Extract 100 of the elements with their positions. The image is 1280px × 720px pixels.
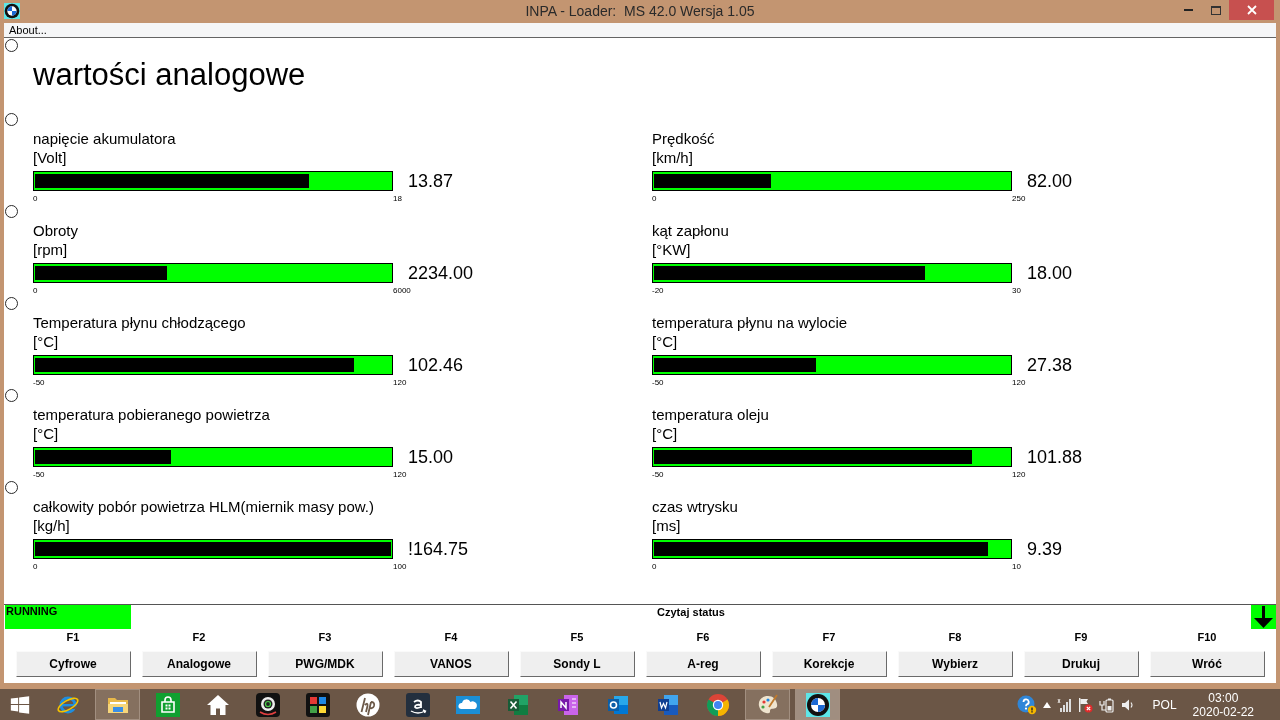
page-title: wartości analogowe (33, 57, 306, 92)
scale-max-label: 6000 (393, 286, 411, 295)
gauge-value: 9.39 (1027, 539, 1063, 559)
app-roundel-icon (4, 3, 20, 19)
function-button[interactable]: Analogowe (141, 651, 257, 677)
gauge-label: temperatura pobieranego powietrza (33, 405, 270, 424)
puzzle-icon (305, 692, 330, 717)
language-indicator[interactable]: POL (1152, 697, 1177, 712)
scale-min-label: 0 (33, 286, 38, 295)
gauge-value: 27.38 (1027, 355, 1073, 375)
function-button[interactable]: Cyfrowe (15, 651, 131, 677)
taskbar-app-button[interactable] (795, 689, 840, 720)
window-title: INPA - Loader: MS 42.0 Wersja 1.05 (525, 2, 755, 21)
scale-max-label: 18 (393, 194, 402, 203)
unit-label: [ms] (652, 516, 681, 535)
gauge-label: Prędkość (652, 129, 715, 148)
signal-icon[interactable] (1056, 697, 1071, 712)
function-key-label: F5 (570, 630, 584, 644)
clock-time[interactable]: 03:00 (1208, 690, 1239, 705)
scale-max-label: 100 (393, 562, 407, 571)
gauge-label: Obroty (33, 221, 78, 240)
unit-label: [°C] (652, 424, 678, 443)
gauge-value: 13.87 (408, 171, 454, 191)
scale-min-label: 0 (652, 562, 657, 571)
function-button[interactable]: Wróć (1149, 651, 1265, 677)
gauge-label: całkowity pobór powietrza HLM(miernik masy pow.) (33, 497, 374, 516)
function-button[interactable]: A-reg (645, 651, 761, 677)
unit-label: [°KW] (652, 240, 691, 259)
gauge-value: 82.00 (1027, 171, 1073, 191)
unit-label: [°C] (652, 332, 678, 351)
radio-button[interactable] (5, 205, 18, 218)
minimize-icon (1184, 9, 1193, 11)
function-key-label: F3 (318, 630, 332, 644)
radio-button[interactable] (5, 481, 18, 494)
gauge-label: napięcie akumulatora (33, 129, 176, 148)
gauge-label: Temperatura płynu chłodzącego (33, 313, 246, 332)
function-key-label: F9 (1074, 630, 1088, 644)
scale-min-label: -50 (652, 470, 664, 479)
gauge-value: !164.75 (408, 539, 469, 559)
scale-max-label: 30 (1012, 286, 1021, 295)
function-button[interactable]: Sondy L (519, 651, 635, 677)
flag-icon[interactable] (1076, 696, 1093, 713)
unit-label: [°C] (33, 424, 59, 443)
unit-label: [kg/h] (33, 516, 70, 535)
radio-button[interactable] (5, 297, 18, 310)
gauge-label: temperatura płynu na wylocie (652, 313, 848, 332)
scale-max-label: 120 (1012, 378, 1026, 387)
status-indicator: RUNNING (5, 605, 131, 629)
close-icon (1246, 5, 1257, 15)
function-button[interactable]: Drukuj (1023, 651, 1139, 677)
windows-logo-icon (9, 693, 31, 716)
function-button[interactable]: VANOS (393, 651, 509, 677)
circle-logo-icon (355, 692, 380, 717)
speaker-icon[interactable] (1120, 697, 1135, 712)
function-button[interactable]: PWG/MDK (267, 651, 383, 677)
battery-icon[interactable] (1098, 696, 1115, 713)
roundel-icon (805, 692, 830, 717)
scale-min-label: -50 (33, 470, 45, 479)
scale-max-label: 10 (1012, 562, 1021, 571)
unit-label: [°C] (33, 332, 59, 351)
unit-label: [km/h] (652, 148, 693, 167)
caret-up-icon[interactable] (1042, 701, 1051, 708)
menu-item[interactable]: About... (8, 23, 48, 37)
radio-button[interactable] (5, 39, 18, 52)
function-key-label: F8 (948, 630, 962, 644)
maximize-icon (1210, 5, 1221, 15)
radio-button[interactable] (5, 113, 18, 126)
scale-min-label: -50 (652, 378, 664, 387)
unit-label: [Volt] (33, 148, 67, 167)
close-button[interactable] (1229, 0, 1274, 20)
scale-min-label: 0 (33, 194, 38, 203)
gauge-value: 102.46 (408, 355, 464, 375)
scale-min-label: -20 (652, 286, 664, 295)
spreadsheet-icon (505, 692, 530, 717)
gauge-value: 18.00 (1027, 263, 1073, 283)
notebook-icon (555, 692, 580, 717)
function-key-label: F4 (444, 630, 458, 644)
gauge-value: 2234.00 (408, 263, 474, 283)
smile-logo-icon (405, 692, 430, 717)
status-caption: Czytaj status (657, 605, 725, 620)
browser-icon (705, 692, 730, 717)
camera-icon (255, 692, 280, 717)
gauge-label: temperatura oleju (652, 405, 769, 424)
function-key-label: F6 (696, 630, 710, 644)
document-icon (655, 692, 680, 717)
scale-max-label: 120 (1012, 470, 1026, 479)
radio-button[interactable] (5, 389, 18, 402)
home-icon (205, 692, 230, 717)
help-icon[interactable] (1016, 694, 1037, 715)
scale-min-label: -50 (33, 378, 45, 387)
scale-min-label: 0 (33, 562, 38, 571)
gauge-label: czas wtrysku (652, 497, 738, 516)
function-button[interactable]: Wybierz (897, 651, 1013, 677)
function-key-label: F10 (1197, 630, 1217, 644)
unit-label: [rpm] (33, 240, 68, 259)
function-key-label: F1 (66, 630, 80, 644)
gauge-label: kąt zapłonu (652, 221, 729, 240)
scale-max-label: 120 (393, 470, 407, 479)
function-button[interactable]: Korekcje (771, 651, 887, 677)
clock-date[interactable]: 2020-02-22 (1192, 704, 1254, 719)
